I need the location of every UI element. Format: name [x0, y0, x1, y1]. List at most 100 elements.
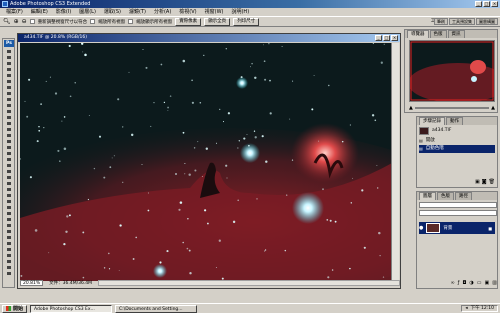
tab-actions[interactable]: 動作	[446, 117, 463, 125]
tab-layers[interactable]: 圖層	[419, 192, 436, 200]
tool-icon[interactable]	[4, 265, 14, 270]
start-button[interactable]: 開始	[2, 304, 28, 313]
menu-filter[interactable]: 濾鏡(T)	[125, 8, 150, 16]
tool-icon[interactable]	[4, 109, 14, 114]
horizontal-scrollbar[interactable]	[98, 280, 400, 286]
tab-brushes[interactable]: 筆刷	[434, 18, 448, 25]
doc-close-button[interactable]: ×	[391, 35, 398, 41]
tool-icon[interactable]	[4, 187, 14, 192]
tool-icon[interactable]	[4, 169, 14, 174]
tab-history[interactable]: 步驟記錄	[419, 117, 445, 125]
tool-icon[interactable]	[4, 145, 14, 150]
tool-icon[interactable]	[4, 67, 14, 72]
tool-icon[interactable]	[4, 223, 14, 228]
menu-file[interactable]: 檔案(F)	[2, 8, 27, 16]
vertical-scrollbar[interactable]	[391, 43, 399, 281]
zoom-tool-icon[interactable]: 🔍︎	[3, 18, 11, 25]
history-item-selected[interactable]: ▤ 自動色階	[419, 145, 495, 153]
fit-screen-button[interactable]: 顯示全頁	[204, 17, 231, 26]
tool-icon[interactable]	[4, 259, 14, 264]
tool-icon[interactable]	[4, 211, 14, 216]
fx-icon[interactable]: ƒ	[458, 280, 460, 286]
tool-icon[interactable]	[4, 157, 14, 162]
menu-edit[interactable]: 編輯(E)	[27, 8, 52, 16]
tool-icon[interactable]	[4, 229, 14, 234]
minimize-button[interactable]: _	[475, 1, 482, 7]
visibility-eye-icon[interactable]: ●	[419, 225, 423, 231]
link-icon[interactable]: ∞	[451, 280, 455, 286]
layer-row-background[interactable]: ● 背景 ■	[419, 222, 495, 234]
trash-icon[interactable]: ▥	[492, 280, 497, 286]
trash-icon[interactable]: 🗑︎	[489, 179, 495, 185]
zoom-out-small-icon[interactable]: ▲	[409, 105, 413, 111]
opacity-field[interactable]	[419, 210, 497, 216]
tool-icon[interactable]	[4, 181, 14, 186]
tool-icon[interactable]	[4, 55, 14, 60]
adjustment-icon[interactable]: ◑	[469, 280, 473, 286]
tool-icon[interactable]	[4, 85, 14, 90]
navigator-thumbnail[interactable]	[408, 40, 500, 103]
zoom-slider-track[interactable]	[414, 107, 490, 109]
history-item[interactable]: ▤ 開啟	[419, 137, 495, 145]
tool-icon[interactable]	[4, 151, 14, 156]
tool-icon[interactable]	[4, 49, 14, 54]
tool-icon[interactable]	[4, 241, 14, 246]
tool-icon[interactable]	[4, 163, 14, 168]
snapshot-camera-icon[interactable]: ◙	[482, 179, 487, 185]
tool-icon[interactable]	[4, 97, 14, 102]
document-titlebar[interactable]: a434.TIF @ 20.8% (RGB/16) _ □ ×	[18, 34, 400, 42]
tool-icon[interactable]	[4, 235, 14, 240]
tool-icon[interactable]	[4, 115, 14, 120]
menu-layer[interactable]: 圖層(L)	[75, 8, 100, 16]
menu-analysis[interactable]: 分析(A)	[150, 8, 175, 16]
taskbar-explorer[interactable]: C:\Documents and Setting...	[115, 304, 198, 313]
taskbar-photoshop[interactable]: Adobe Photoshop CS3 Ex...	[30, 304, 113, 313]
zoom-in-icon[interactable]: ⊕	[14, 18, 19, 25]
tab-paths[interactable]: 路徑	[455, 192, 472, 200]
tool-icon[interactable]	[4, 253, 14, 258]
doc-maximize-button[interactable]: □	[383, 35, 390, 41]
doc-minimize-button[interactable]: _	[375, 35, 382, 41]
doc-info[interactable]: 文件：36.4M/36.4M	[49, 280, 92, 287]
tool-icon[interactable]	[4, 127, 14, 132]
tab-histogram[interactable]: 色版	[429, 30, 447, 38]
tab-info[interactable]: 資訊	[447, 30, 465, 38]
tool-icon[interactable]	[4, 61, 14, 66]
fit-all-checkbox[interactable]	[128, 19, 134, 24]
tab-layer-comps[interactable]: 圖層構圖	[476, 18, 498, 25]
print-size-button[interactable]: 列印尺寸	[233, 17, 260, 26]
volume-icon[interactable]: ◂	[465, 306, 467, 311]
tool-icon[interactable]	[4, 193, 14, 198]
new-layer-icon[interactable]: ▣	[485, 280, 490, 286]
menu-help[interactable]: 說明(H)	[227, 8, 253, 16]
tool-icon[interactable]	[4, 73, 14, 78]
tool-icon[interactable]	[4, 133, 14, 138]
tool-icon[interactable]	[4, 217, 14, 222]
new-document-icon[interactable]: ▣	[475, 179, 480, 185]
tool-icon[interactable]	[4, 205, 14, 210]
zoom-out-icon[interactable]: ⊖	[22, 18, 27, 25]
blend-mode-select[interactable]	[419, 202, 497, 208]
tool-icon[interactable]	[4, 91, 14, 96]
zoom-all-checkbox[interactable]	[90, 19, 96, 24]
menu-window[interactable]: 視窗(W)	[201, 8, 228, 16]
menu-image[interactable]: 影像(I)	[52, 8, 75, 16]
navigator-zoom-slider[interactable]: ▲ ▲	[409, 105, 495, 111]
maximize-button[interactable]: □	[483, 1, 490, 7]
close-button[interactable]: ×	[491, 1, 498, 7]
history-snapshot[interactable]: a434.TIF	[419, 127, 495, 135]
menu-select[interactable]: 選取(S)	[100, 8, 125, 16]
tab-channels[interactable]: 色版	[437, 192, 454, 200]
tool-icon[interactable]	[4, 103, 14, 108]
tool-icon[interactable]	[4, 247, 14, 252]
actual-pixels-button[interactable]: 實際像素	[175, 17, 202, 26]
folder-icon[interactable]: ▭	[477, 280, 482, 286]
tool-icon[interactable]	[4, 139, 14, 144]
tab-tool-presets[interactable]: 工具預設集	[449, 18, 475, 25]
image-canvas[interactable]	[20, 43, 392, 281]
tool-icon[interactable]	[4, 175, 14, 180]
tool-icon[interactable]	[4, 199, 14, 204]
tool-icon[interactable]	[4, 121, 14, 126]
zoom-in-small-icon[interactable]: ▲	[491, 105, 495, 111]
resize-windows-checkbox[interactable]	[29, 19, 35, 24]
